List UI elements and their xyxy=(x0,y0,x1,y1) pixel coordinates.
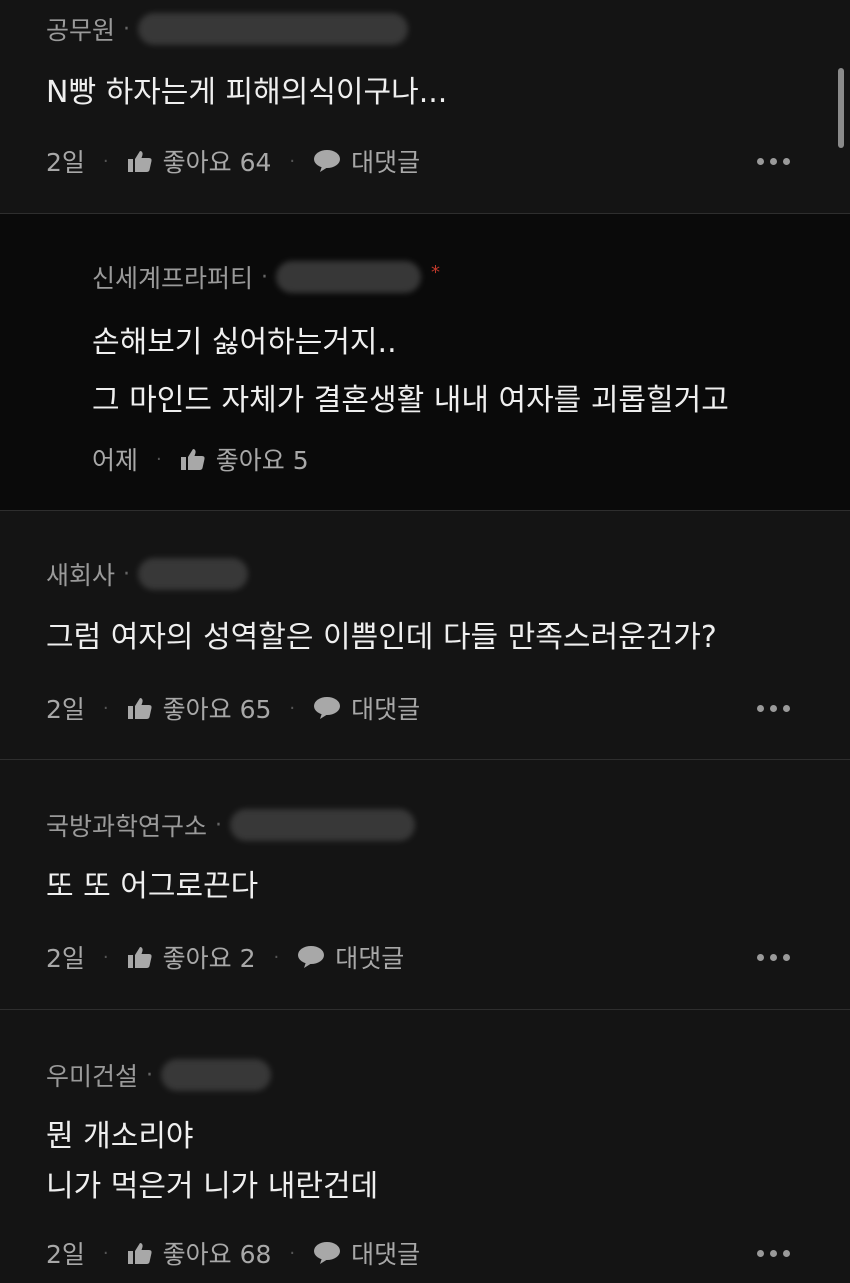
meta-separator: · xyxy=(273,946,280,968)
comment-time: 2일 xyxy=(46,1240,85,1269)
reply-button[interactable]: 대댓글 xyxy=(297,939,404,975)
comment-text: N빵 하자는게 피해의식이구나... xyxy=(46,68,447,118)
new-marker: * xyxy=(431,262,441,283)
meta-separator: · xyxy=(289,1242,296,1264)
meta-separator: · xyxy=(261,264,269,290)
redacted-author xyxy=(138,13,409,45)
meta-separator: · xyxy=(102,697,109,719)
reply-label: 대댓글 xyxy=(351,1240,421,1269)
like-count: 좋아요 68 xyxy=(162,1240,272,1269)
comment-line: 그럼 여자의 성역할은 이쁨인데 다들 만족스러운건가? xyxy=(46,620,717,655)
redacted-author xyxy=(230,809,416,841)
comment-time: 2일 xyxy=(46,944,85,973)
comment-time: 2일 xyxy=(46,695,85,724)
comment-line: 그 마인드 자체가 결혼생활 내내 여자를 괴롭힐거고 xyxy=(92,383,729,418)
meta-separator: · xyxy=(123,561,131,587)
author-company: 우미건설 xyxy=(46,1062,139,1091)
more-options-button[interactable] xyxy=(757,937,790,977)
comment: 우미건설 · 뭔 개소리야 니가 먹은거 니가 내란건데 2일 · 좋아요 68… xyxy=(0,1010,850,1283)
thumbs-up-icon xyxy=(127,1243,152,1264)
reply-comment: 신세계프라퍼티 · * 손해보기 싫어하는거지.. 그 마인드 자체가 결혼생활… xyxy=(0,214,850,511)
speech-bubble-icon xyxy=(314,150,341,172)
comment-time: 어제 xyxy=(92,446,139,475)
meta-separator: · xyxy=(102,150,109,172)
comment-text: 뭔 개소리야 니가 먹은거 니가 내란건데 xyxy=(46,1112,378,1212)
meta-separator: · xyxy=(102,1242,109,1264)
meta-separator: · xyxy=(102,946,109,968)
reply-label: 대댓글 xyxy=(351,695,421,724)
author-company: 국방과학연구소 xyxy=(46,812,208,841)
comment-actions: 2일 · 좋아요 65 · 대댓글 xyxy=(46,688,420,728)
redacted-author xyxy=(138,558,249,590)
more-options-button[interactable] xyxy=(757,1233,790,1273)
comment-line: 손해보기 싫어하는거지.. xyxy=(92,325,397,360)
thumbs-up-icon xyxy=(180,449,205,470)
meta-separator: · xyxy=(146,1062,154,1088)
redacted-author xyxy=(161,1059,272,1091)
reply-label: 대댓글 xyxy=(351,148,421,177)
like-button[interactable]: 좋아요 65 xyxy=(127,690,272,726)
comment-text: 손해보기 싫어하는거지.. 그 마인드 자체가 결혼생활 내내 여자를 괴롭힐거… xyxy=(92,318,729,426)
thumbs-up-icon xyxy=(127,151,152,172)
comment-text: 그럼 여자의 성역할은 이쁨인데 다들 만족스러운건가? xyxy=(46,613,717,663)
speech-bubble-icon xyxy=(314,697,341,719)
reply-button[interactable]: 대댓글 xyxy=(313,143,420,179)
like-count: 좋아요 5 xyxy=(215,446,309,475)
reply-button[interactable]: 대댓글 xyxy=(313,690,420,726)
speech-bubble-icon xyxy=(298,946,325,968)
comment-line: 뭔 개소리야 xyxy=(46,1119,194,1154)
comment-text: 또 또 어그로끈다 xyxy=(46,862,258,912)
comment: 국방과학연구소 · 또 또 어그로끈다 2일 · 좋아요 2 · 대댓글 xyxy=(0,760,850,1010)
comment-line: N빵 하자는게 피해의식이구나... xyxy=(46,75,448,110)
meta-separator: · xyxy=(215,812,223,838)
like-count: 좋아요 64 xyxy=(162,148,272,177)
speech-bubble-icon xyxy=(314,1242,341,1264)
comment-time: 2일 xyxy=(46,148,85,177)
redacted-author xyxy=(276,261,422,293)
comment: 새회사 · 그럼 여자의 성역할은 이쁨인데 다들 만족스러운건가? 2일 · … xyxy=(0,511,850,760)
author-company: 공무원 xyxy=(46,16,116,45)
like-button[interactable]: 좋아요 68 xyxy=(127,1235,272,1271)
comment-line: 또 또 어그로끈다 xyxy=(46,869,259,904)
reply-label: 대댓글 xyxy=(335,944,405,973)
comment-actions: 2일 · 좋아요 2 · 대댓글 xyxy=(46,937,404,977)
comment: 공무원 · N빵 하자는게 피해의식이구나... 2일 · 좋아요 64 · 대… xyxy=(0,0,850,214)
thumbs-up-icon xyxy=(127,947,152,968)
comment-actions: 2일 · 좋아요 64 · 대댓글 xyxy=(46,141,420,181)
thumbs-up-icon xyxy=(127,698,152,719)
more-options-button[interactable] xyxy=(757,688,790,728)
like-button[interactable]: 좋아요 64 xyxy=(127,143,272,179)
like-count: 좋아요 2 xyxy=(162,944,256,973)
meta-separator: · xyxy=(289,697,296,719)
like-button[interactable]: 좋아요 2 xyxy=(127,939,256,975)
meta-separator: · xyxy=(156,448,162,470)
author-company: 신세계프라퍼티 xyxy=(92,264,254,293)
comment-actions: 2일 · 좋아요 68 · 대댓글 xyxy=(46,1233,420,1273)
meta-separator: · xyxy=(289,150,296,172)
scrollbar[interactable] xyxy=(838,68,844,148)
like-count: 좋아요 65 xyxy=(162,695,272,724)
comment-line: 니가 먹은거 니가 내란건데 xyxy=(46,1169,379,1204)
author-company: 새회사 xyxy=(46,561,116,590)
comment-actions: 어제 · 좋아요 5 xyxy=(92,439,309,479)
like-button[interactable]: 좋아요 5 xyxy=(180,441,309,477)
meta-separator: · xyxy=(123,16,131,42)
reply-button[interactable]: 대댓글 xyxy=(313,1235,420,1271)
more-options-button[interactable] xyxy=(757,141,790,181)
